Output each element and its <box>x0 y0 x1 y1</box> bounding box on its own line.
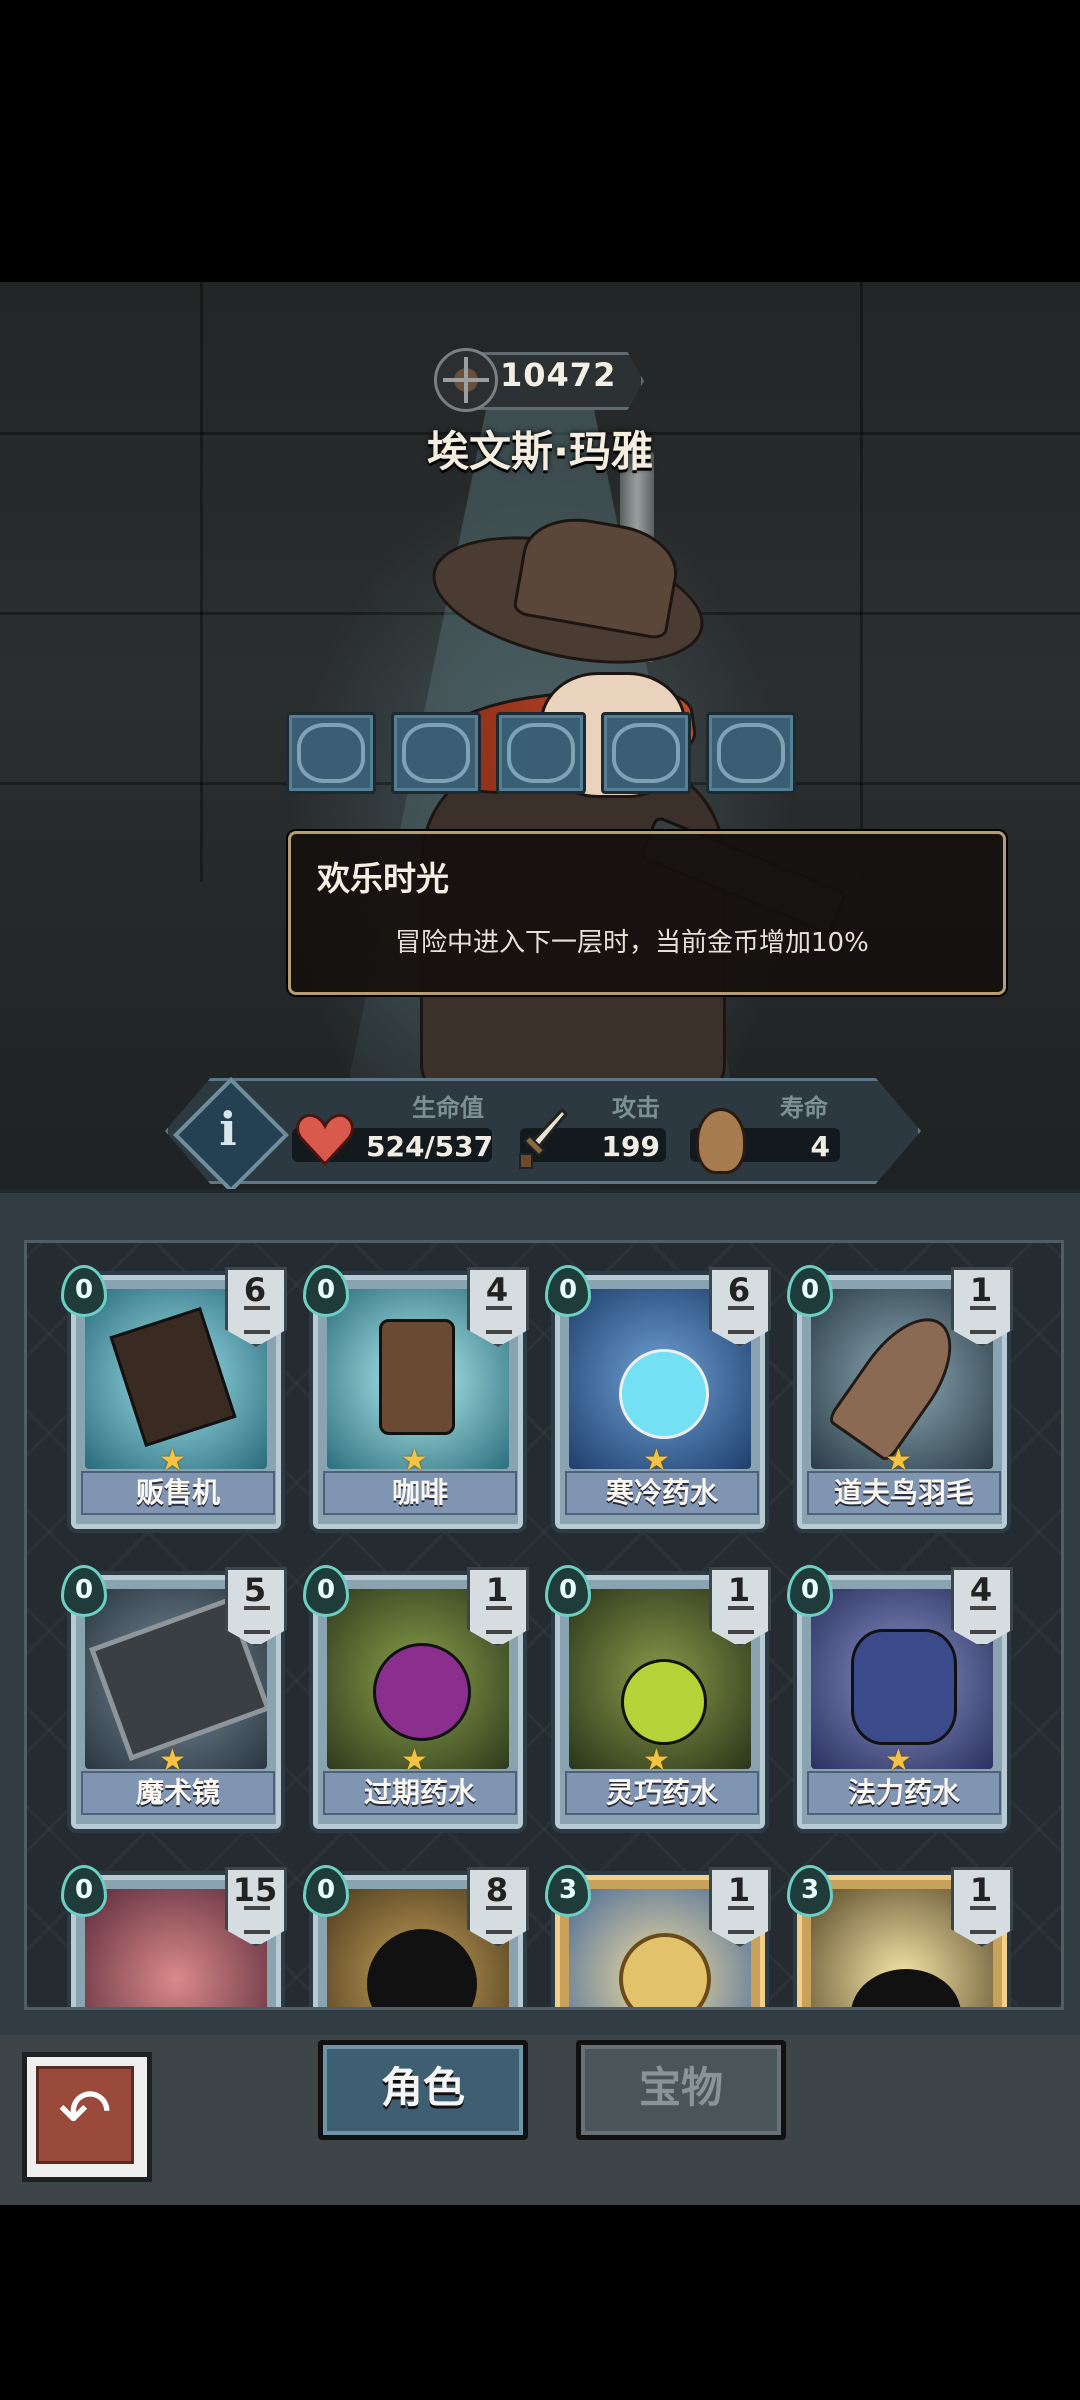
item-card[interactable]: ★ 灵巧药水 0 1 <box>545 1565 771 1833</box>
item-card[interactable]: ★ 贩售机 0 6 <box>61 1265 287 1533</box>
stack-icon <box>486 1906 512 1934</box>
item-name: 寒冷药水 <box>565 1471 759 1515</box>
character-face-icon <box>696 1108 746 1174</box>
crosshair-icon <box>434 348 498 412</box>
hp-value: 524/537 <box>366 1130 494 1163</box>
item-card[interactable]: ★ 过期药水 0 1 <box>303 1565 529 1833</box>
item-count: 8 <box>485 1871 509 1909</box>
item-count: 1 <box>485 1571 509 1609</box>
skill-slot-1[interactable] <box>286 712 376 794</box>
score-value: 10472 <box>500 356 617 394</box>
cost-badge: 3 <box>787 1865 833 1917</box>
stack-icon <box>244 1606 270 1634</box>
item-name: 魔术镜 <box>81 1771 275 1815</box>
item-card[interactable]: 0 15 <box>61 1865 287 2007</box>
item-card[interactable]: ★ 魔术镜 0 5 <box>61 1565 287 1833</box>
stack-icon <box>244 1306 270 1334</box>
stack-icon <box>486 1306 512 1334</box>
stack-icon <box>728 1906 754 1934</box>
cost-badge: 0 <box>303 1565 349 1617</box>
tab-character[interactable]: 角色 <box>318 2040 528 2140</box>
item-count: 1 <box>969 1871 993 1909</box>
item-count: 6 <box>727 1271 751 1309</box>
bottom-bar <box>0 2035 1080 2205</box>
tooltip-title: 欢乐时光 <box>317 859 449 898</box>
item-count: 1 <box>969 1271 993 1309</box>
stack-icon <box>244 1906 270 1934</box>
item-name: 咖啡 <box>323 1471 517 1515</box>
heart-icon <box>296 1113 354 1166</box>
stack-icon <box>728 1606 754 1634</box>
item-count: 4 <box>485 1271 509 1309</box>
skill-slot-5[interactable] <box>706 712 796 794</box>
item-grid[interactable]: ★ 贩售机 0 6 ★ 咖啡 0 4 ★ 寒冷药水 0 6 ★ 道夫鸟羽毛 0 … <box>24 1240 1064 2010</box>
skill-slot-3[interactable] <box>496 712 586 794</box>
lifespan-value: 4 <box>810 1130 830 1163</box>
hero-name: 埃文斯·玛雅 <box>427 427 653 476</box>
cost-badge: 0 <box>303 1865 349 1917</box>
back-arrow-icon: ↶ <box>36 2066 134 2164</box>
hp-label: 生命值 <box>412 1094 484 1122</box>
item-card[interactable]: 3 1 <box>787 1865 1013 2007</box>
item-card[interactable]: 3 1 <box>545 1865 771 2007</box>
attack-label: 攻击 <box>612 1094 660 1122</box>
cost-badge: 0 <box>61 1865 107 1917</box>
cost-badge: 0 <box>303 1265 349 1317</box>
item-count: 6 <box>243 1271 267 1309</box>
item-count: 1 <box>727 1571 751 1609</box>
skill-1-icon <box>297 723 365 783</box>
bag-icon <box>507 723 575 783</box>
stack-icon <box>970 1906 996 1934</box>
stack-icon <box>728 1306 754 1334</box>
item-card[interactable]: ★ 咖啡 0 4 <box>303 1265 529 1533</box>
bow-icon <box>402 723 470 783</box>
stack-icon <box>970 1606 996 1634</box>
attack-value: 199 <box>601 1130 660 1163</box>
item-name: 贩售机 <box>81 1471 275 1515</box>
tab-treasure[interactable]: 宝物 <box>576 2040 786 2140</box>
skill-4-icon <box>612 723 680 783</box>
item-count: 1 <box>727 1871 751 1909</box>
cost-badge: 3 <box>545 1865 591 1917</box>
item-count: 15 <box>232 1871 278 1909</box>
info-icon: i <box>219 1102 237 1156</box>
tooltip-description: 冒险中进入下一层时，当前金币增加10% <box>395 928 869 958</box>
cost-badge: 0 <box>787 1265 833 1317</box>
cost-badge: 0 <box>545 1565 591 1617</box>
cost-badge: 0 <box>61 1565 107 1617</box>
stack-icon <box>970 1306 996 1334</box>
item-card[interactable]: 0 8 <box>303 1865 529 2007</box>
item-name: 法力药水 <box>807 1771 1001 1815</box>
item-card[interactable]: ★ 法力药水 0 4 <box>787 1565 1013 1833</box>
lifespan-label: 寿命 <box>780 1094 828 1122</box>
item-name: 过期药水 <box>323 1771 517 1815</box>
leap-icon <box>717 723 785 783</box>
item-count: 4 <box>969 1571 993 1609</box>
skill-slot-4[interactable] <box>601 712 691 794</box>
ability-tooltip: 欢乐时光 冒险中进入下一层时，当前金币增加10% <box>288 831 1006 995</box>
skill-slot-2[interactable] <box>391 712 481 794</box>
stack-icon <box>486 1606 512 1634</box>
item-card[interactable]: ★ 道夫鸟羽毛 0 1 <box>787 1265 1013 1533</box>
cost-badge: 0 <box>61 1265 107 1317</box>
item-name: 道夫鸟羽毛 <box>807 1471 1001 1515</box>
cost-badge: 0 <box>787 1565 833 1617</box>
item-count: 5 <box>243 1571 267 1609</box>
item-card[interactable]: ★ 寒冷药水 0 6 <box>545 1265 771 1533</box>
cost-badge: 0 <box>545 1265 591 1317</box>
item-name: 灵巧药水 <box>565 1771 759 1815</box>
